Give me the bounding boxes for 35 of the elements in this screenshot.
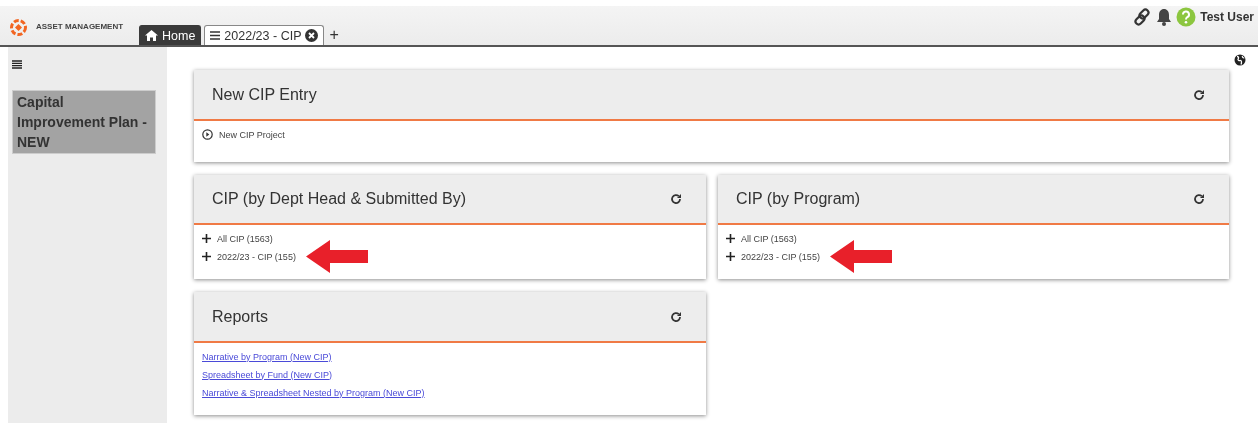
panel-title: New CIP Entry xyxy=(212,85,317,104)
sidebar-item[interactable]: Capital Improvement Plan - NEW xyxy=(12,90,156,154)
tree-item[interactable]: 2022/23 - CIP (155) xyxy=(741,251,820,262)
panel-title: CIP (by Program) xyxy=(736,190,861,208)
tree-item[interactable]: 2022/23 - CIP (155) xyxy=(217,251,296,262)
user-name[interactable]: Test User xyxy=(1200,10,1254,24)
report-link[interactable]: Narrative by Program (New CIP) xyxy=(202,351,332,362)
tree-item[interactable]: All CIP (1563) xyxy=(741,233,797,244)
report-link[interactable]: Narrative & Spreadsheet Nested by Program (New CIP) xyxy=(202,387,425,398)
tab[interactable]: Home xyxy=(139,25,202,45)
plus-icon[interactable] xyxy=(726,234,735,243)
panel-title: Reports xyxy=(212,307,269,326)
logo-icon xyxy=(10,19,27,36)
globe-icon[interactable] xyxy=(1234,54,1246,66)
add-tab-button[interactable]: + xyxy=(327,27,341,45)
home-icon xyxy=(145,30,158,41)
plus-icon[interactable] xyxy=(726,252,735,261)
app-title: ASSET MANAGEMENT xyxy=(36,22,124,31)
refresh-icon[interactable] xyxy=(670,193,682,205)
menu-icon xyxy=(210,31,221,40)
close-icon[interactable] xyxy=(305,29,319,42)
refresh-icon[interactable] xyxy=(1193,88,1205,101)
plus-icon[interactable] xyxy=(202,252,211,261)
plus-icon[interactable] xyxy=(202,234,211,243)
refresh-icon[interactable] xyxy=(670,310,682,323)
tree-item[interactable]: All CIP (1563) xyxy=(217,233,273,244)
bell-icon[interactable] xyxy=(1156,8,1173,26)
refresh-icon[interactable] xyxy=(1193,193,1205,205)
link-icon[interactable] xyxy=(1132,7,1153,27)
menu-icon[interactable] xyxy=(12,60,22,69)
report-link[interactable]: Spreadsheet by Fund (New CIP) xyxy=(202,369,333,380)
play-icon[interactable] xyxy=(202,129,213,140)
panel-title: CIP (by Dept Head & Submitted By) xyxy=(212,190,467,208)
list-item[interactable]: New CIP Project xyxy=(219,129,285,140)
tab[interactable]: 2022/23 - CIP xyxy=(204,25,325,45)
